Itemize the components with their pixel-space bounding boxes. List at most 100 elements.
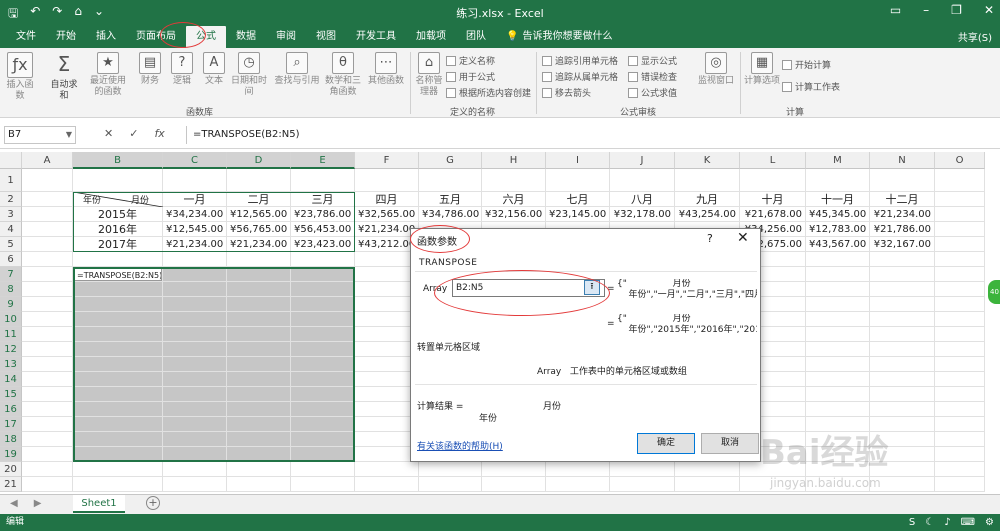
cell[interactable]: ¥34,234.00 — [163, 207, 227, 222]
cell[interactable]: 十月 — [740, 192, 806, 207]
cell[interactable] — [935, 387, 985, 402]
calc-sheet-button[interactable]: 计算工作表 — [782, 80, 840, 93]
cell[interactable] — [163, 372, 227, 387]
cell[interactable] — [163, 477, 227, 492]
cell[interactable] — [22, 342, 73, 357]
moon-icon[interactable]: ☾ — [925, 514, 934, 531]
cell[interactable] — [806, 402, 870, 417]
column-header-h[interactable]: H — [482, 152, 546, 169]
cell[interactable]: ¥32,178.00 — [610, 207, 675, 222]
cell[interactable] — [610, 169, 675, 192]
error-check-button[interactable]: 错误检查 — [628, 70, 677, 83]
help-icon[interactable]: ? — [707, 232, 713, 245]
column-header-b[interactable]: B — [73, 152, 163, 169]
insert-function-button[interactable]: ƒx 插入函数 — [4, 52, 36, 102]
cell[interactable] — [935, 357, 985, 372]
row-header-2[interactable]: 2 — [0, 192, 22, 207]
name-manager-button[interactable]: ⌂ 名称管理器 — [414, 52, 444, 98]
cell[interactable] — [227, 312, 291, 327]
cell[interactable] — [935, 417, 985, 432]
row-header-1[interactable]: 1 — [0, 169, 22, 192]
cell[interactable] — [870, 297, 935, 312]
column-header-j[interactable]: J — [610, 152, 675, 169]
tab-insert[interactable]: 插入 — [86, 26, 126, 48]
cell[interactable] — [870, 327, 935, 342]
cell[interactable] — [227, 282, 291, 297]
row-header-20[interactable]: 20 — [0, 462, 22, 477]
create-from-selection-button[interactable]: 根据所选内容创建 — [446, 86, 531, 99]
cell[interactable] — [806, 169, 870, 192]
cell[interactable] — [163, 432, 227, 447]
cell[interactable]: ¥12,565.00 — [227, 207, 291, 222]
cell[interactable] — [227, 297, 291, 312]
cell[interactable] — [22, 417, 73, 432]
confirm-entry-icon[interactable]: ✓ — [129, 127, 138, 140]
cell[interactable] — [935, 432, 985, 447]
calc-options-button[interactable]: ▦ 计算选项 — [744, 52, 780, 87]
cell[interactable] — [22, 297, 73, 312]
cell[interactable] — [675, 169, 740, 192]
cell[interactable] — [482, 477, 546, 492]
cell[interactable]: ¥56,453.00 — [291, 222, 355, 237]
cell[interactable] — [227, 169, 291, 192]
cell[interactable] — [22, 387, 73, 402]
watch-window-button[interactable]: ◎ 监视窗口 — [696, 52, 736, 87]
cell[interactable]: ¥43,254.00 — [675, 207, 740, 222]
share-button[interactable]: 共享(S) — [958, 29, 992, 44]
array-input[interactable]: B2:N5 — [452, 279, 605, 297]
cell[interactable] — [419, 169, 482, 192]
cell[interactable] — [935, 192, 985, 207]
prev-sheet-icon[interactable]: ◀ — [10, 498, 18, 509]
cell[interactable] — [291, 357, 355, 372]
column-header-a[interactable]: A — [22, 152, 73, 169]
cell[interactable] — [291, 387, 355, 402]
cell[interactable] — [291, 417, 355, 432]
cell[interactable] — [610, 477, 675, 492]
cell[interactable] — [163, 462, 227, 477]
calc-now-button[interactable]: 开始计算 — [782, 58, 831, 71]
cell[interactable] — [806, 312, 870, 327]
row-header-16[interactable]: 16 — [0, 402, 22, 417]
financial-button[interactable]: ▤ 财务 — [134, 52, 166, 87]
show-formulas-button[interactable]: 显示公式 — [628, 54, 677, 67]
cell[interactable] — [740, 169, 806, 192]
cell[interactable] — [291, 327, 355, 342]
cell[interactable] — [806, 372, 870, 387]
name-box[interactable]: B7 ▼ — [4, 126, 76, 144]
cell[interactable]: ¥32,156.00 — [482, 207, 546, 222]
cell[interactable] — [355, 462, 419, 477]
datetime-button[interactable]: ◷ 日期和时间 — [228, 52, 270, 98]
cell[interactable] — [291, 432, 355, 447]
cell[interactable]: ¥12,783.00 — [806, 222, 870, 237]
cell[interactable] — [73, 432, 163, 447]
cell[interactable] — [227, 387, 291, 402]
tab-formulas[interactable]: 公式 — [186, 26, 226, 48]
cell[interactable] — [22, 477, 73, 492]
maximize-icon[interactable]: ❐ — [951, 3, 962, 17]
cell[interactable] — [935, 297, 985, 312]
row-header-8[interactable]: 8 — [0, 282, 22, 297]
cell[interactable] — [355, 169, 419, 192]
math-trig-button[interactable]: θ 数学和三角函数 — [322, 52, 364, 98]
cell[interactable] — [935, 222, 985, 237]
column-header-o[interactable]: O — [935, 152, 985, 169]
row-header-18[interactable]: 18 — [0, 432, 22, 447]
row-header-13[interactable]: 13 — [0, 357, 22, 372]
cell[interactable] — [546, 169, 610, 192]
row-header-12[interactable]: 12 — [0, 342, 22, 357]
cell[interactable] — [675, 462, 740, 477]
cell[interactable] — [806, 252, 870, 267]
cell[interactable] — [163, 267, 227, 282]
cell[interactable]: ¥23,786.00 — [291, 207, 355, 222]
cell[interactable] — [355, 477, 419, 492]
cell[interactable] — [935, 462, 985, 477]
cell[interactable] — [73, 477, 163, 492]
cell[interactable] — [935, 447, 985, 462]
column-header-l[interactable]: L — [740, 152, 806, 169]
cell[interactable] — [935, 282, 985, 297]
cell[interactable] — [22, 192, 73, 207]
cell[interactable] — [163, 402, 227, 417]
cell[interactable] — [870, 402, 935, 417]
cell[interactable] — [22, 447, 73, 462]
tab-page-layout[interactable]: 页面布局 — [126, 26, 186, 48]
